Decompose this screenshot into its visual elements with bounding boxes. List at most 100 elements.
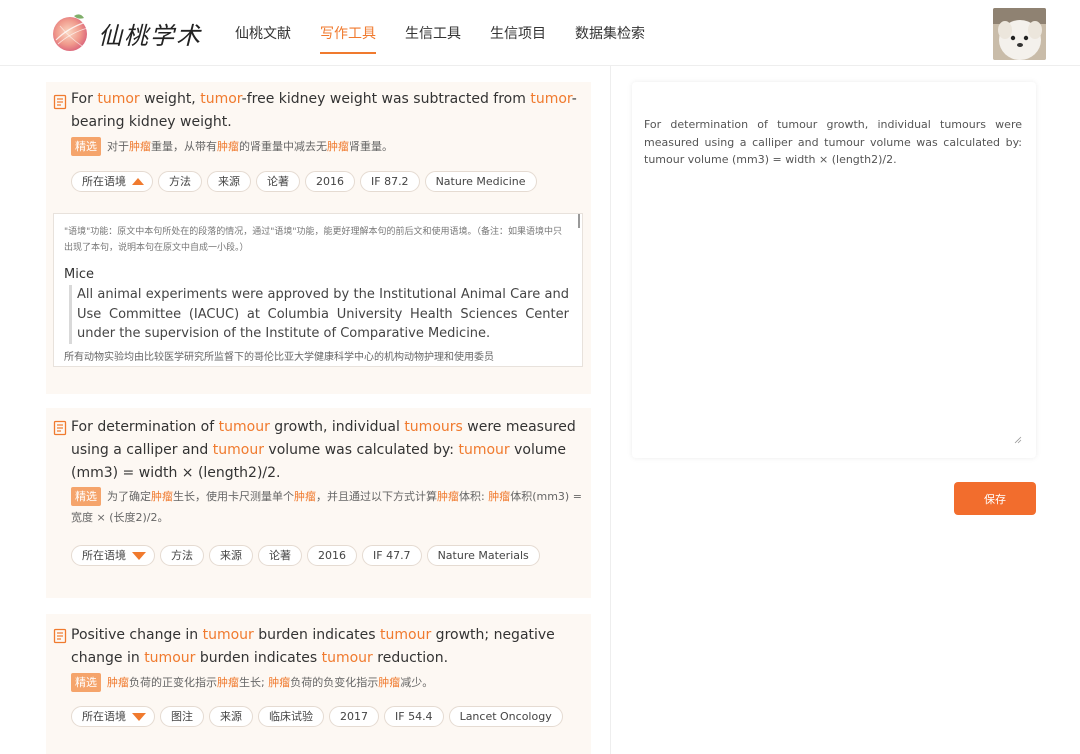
- text-segment: 为了确定: [107, 490, 151, 503]
- text-segment: For: [71, 91, 98, 107]
- example-sentence: For tumor weight, tumor-free kidney weig…: [71, 88, 583, 134]
- context-scrollbar[interactable]: [578, 214, 580, 228]
- text-segment: 负荷的正变化指示: [129, 676, 217, 689]
- tag-impact-factor[interactable]: IF 54.4: [384, 706, 444, 727]
- dog-avatar-icon: [993, 8, 1046, 60]
- keyword-highlight: 肿瘤: [437, 490, 459, 503]
- sentence-card: For tumor weight, tumor-free kidney weig…: [46, 82, 591, 394]
- triangle-up-icon: [132, 178, 144, 185]
- context-translation: 所有动物实验均由比较医学研究所监督下的哥伦比亚大学健康科学中心的机构动物护理和使…: [64, 352, 494, 363]
- text-segment: 减少。: [400, 676, 434, 689]
- tag-impact-factor[interactable]: IF 47.7: [362, 545, 422, 566]
- tag-impact-factor[interactable]: IF 87.2: [360, 171, 420, 192]
- featured-badge: 精选: [71, 673, 101, 692]
- text-segment: ，并且通过以下方式计算: [316, 490, 437, 503]
- brand-name: 仙桃学术: [98, 21, 202, 50]
- tag-article-type[interactable]: 论著: [256, 171, 300, 192]
- text-segment: volume was calculated by:: [263, 442, 459, 458]
- triangle-down-icon: [132, 712, 146, 721]
- sentence-translation: 精选 对于肿瘤重量，从带有肿瘤的肾重量中减去无肿瘤肾重量。: [71, 136, 583, 157]
- text-segment: 肾重量。: [349, 140, 393, 153]
- text-segment: 生长，使用卡尺测量单个: [173, 490, 294, 503]
- tag-source[interactable]: 来源: [207, 171, 251, 192]
- tag-year[interactable]: 2016: [305, 171, 355, 192]
- context-toggle[interactable]: 所在语境: [71, 706, 155, 727]
- sentence-card: For determination of tumour growth, indi…: [46, 408, 591, 598]
- document-icon: [53, 94, 67, 110]
- keyword-highlight: tumour: [212, 442, 264, 458]
- text-segment: -free kidney weight was subtracted from: [241, 91, 531, 107]
- tag-source[interactable]: 来源: [209, 545, 253, 566]
- keyword-highlight: 肿瘤: [268, 676, 291, 689]
- tag-row: 所在语境 方法 来源 论著 2016 IF 87.2 Nature Medici…: [71, 171, 542, 193]
- keyword-highlight: 肿瘤: [151, 490, 173, 503]
- text-segment: Positive change in: [71, 627, 203, 643]
- keyword-highlight: tumor: [530, 91, 572, 107]
- nav-item[interactable]: 数据集检索: [562, 0, 658, 66]
- keyword-highlight: tumour: [458, 442, 510, 458]
- tag-section[interactable]: 图注: [160, 706, 204, 727]
- text-segment: 体积:: [459, 490, 489, 503]
- document-icon: [53, 628, 67, 644]
- resize-handle-icon[interactable]: [1014, 436, 1022, 444]
- context-panel[interactable]: "语境"功能：原文中本句所处在的段落的情况，通过"语境"功能，能更好理解本句的前…: [53, 213, 583, 367]
- keyword-highlight: 肿瘤: [107, 676, 129, 689]
- featured-badge: 精选: [71, 137, 101, 156]
- keyword-highlight: tumour: [144, 650, 196, 666]
- keyword-highlight: tumor: [97, 91, 140, 107]
- text-segment: 生长;: [239, 676, 269, 689]
- context-toggle[interactable]: 所在语境: [71, 171, 153, 192]
- keyword-highlight: 肿瘤: [488, 490, 511, 503]
- tag-article-type[interactable]: 临床试验: [258, 706, 324, 727]
- example-sentence: For determination of tumour growth, indi…: [71, 416, 583, 485]
- text-segment: 负荷的负变化指示: [290, 676, 379, 689]
- textarea-content: For determination of tumour growth, indi…: [644, 118, 1022, 166]
- tag-row: 所在语境 方法 来源 论著 2016 IF 47.7 Nature Materi…: [71, 545, 545, 567]
- tag-year[interactable]: 2017: [329, 706, 379, 727]
- keyword-highlight: 肿瘤: [217, 676, 239, 689]
- nav-item[interactable]: 生信工具: [392, 0, 474, 66]
- keyword-highlight: 肿瘤: [129, 140, 151, 153]
- sentence-translation: 精选 为了确定肿瘤生长，使用卡尺测量单个肿瘤，并且通过以下方式计算肿瘤体积: 肿瘤…: [71, 486, 583, 528]
- featured-badge: 精选: [71, 487, 101, 506]
- text-segment: 的肾重量中减去无: [239, 140, 327, 153]
- context-note: "语境"功能：原文中本句所处在的段落的情况，通过"语境"功能，能更好理解本句的前…: [64, 227, 563, 253]
- keyword-highlight: tumour: [380, 627, 432, 643]
- nav-item[interactable]: 仙桃文献: [222, 0, 304, 66]
- nav-item[interactable]: 写作工具: [307, 0, 389, 66]
- tag-section[interactable]: 方法: [160, 545, 204, 566]
- tag-journal[interactable]: Nature Medicine: [424, 171, 537, 192]
- text-segment: weight,: [139, 91, 201, 107]
- keyword-highlight: 肿瘤: [378, 676, 401, 689]
- tag-year[interactable]: 2016: [307, 545, 357, 566]
- tag-source[interactable]: 来源: [209, 706, 253, 727]
- brand-logo[interactable]: 仙桃学术: [48, 10, 202, 56]
- sentence-card: Positive change in tumour burden indicat…: [46, 614, 591, 754]
- keyword-highlight: tumour: [218, 419, 270, 435]
- document-icon: [53, 420, 67, 436]
- text-segment: reduction.: [372, 650, 449, 666]
- example-sentence: Positive change in tumour burden indicat…: [71, 624, 583, 670]
- keyword-highlight: tumours: [404, 419, 463, 435]
- tag-section[interactable]: 方法: [158, 171, 202, 192]
- text-segment: growth, individual: [269, 419, 405, 435]
- writing-textarea[interactable]: For determination of tumour growth, indi…: [632, 82, 1036, 458]
- tag-row: 所在语境 图注 来源 临床试验 2017 IF 54.4 Lancet Onco…: [71, 706, 568, 728]
- save-button[interactable]: 保存: [954, 482, 1036, 515]
- context-quote: All animal experiments were approved by …: [69, 285, 569, 344]
- avatar[interactable]: [993, 8, 1046, 60]
- text-segment: 对于: [107, 140, 129, 153]
- nav-item[interactable]: 生信项目: [477, 0, 559, 66]
- context-toggle[interactable]: 所在语境: [71, 545, 155, 566]
- keyword-highlight: 肿瘤: [327, 140, 349, 153]
- peach-logo-icon: [53, 14, 89, 51]
- tag-journal[interactable]: Lancet Oncology: [448, 706, 563, 727]
- context-section-title: Mice: [64, 267, 94, 282]
- keyword-highlight: tumor: [200, 91, 242, 107]
- text-segment: For determination of: [71, 419, 219, 435]
- tag-article-type[interactable]: 论著: [258, 545, 302, 566]
- text-segment: 重量，从带有: [151, 140, 217, 153]
- text-segment: burden indicates: [253, 627, 381, 643]
- keyword-highlight: tumour: [202, 627, 254, 643]
- tag-journal[interactable]: Nature Materials: [426, 545, 540, 566]
